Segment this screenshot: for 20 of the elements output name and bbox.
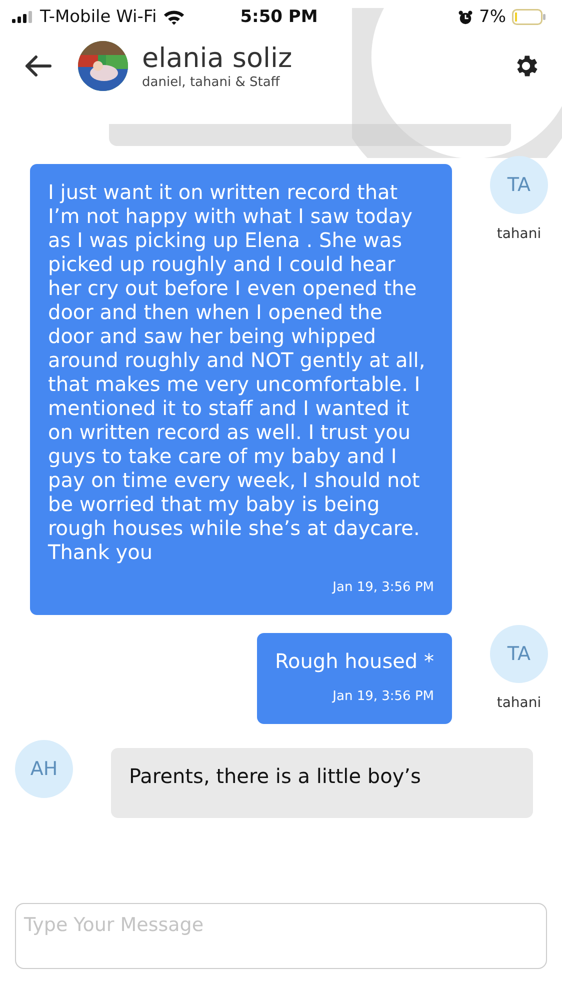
message-text: Rough housed * [274, 649, 434, 673]
avatar: TA [490, 625, 548, 683]
battery-icon [512, 9, 546, 25]
clock-time: 5:50 PM [240, 7, 318, 27]
sender-name: tahani [496, 695, 542, 711]
message-text: I just want it on written record that I’m not happy with what I saw today as I was picking up Elena . She was picked up roughly and I could hear her cry out before I even opened the door and then when I opened the door and saw her being whipped around roughly and NOT gently at all, that makes me very uncomfortable. I mentioned it to staff and I wanted it on written record as well. I trust you guys to take care of my baby and I pay on time every week, I should not be worried that my baby is being rough houses while she’s at daycare. Thank you [48, 180, 426, 564]
message-input[interactable]: Type Your Message [15, 903, 547, 969]
chat-participants: daniel, tahani & Staff [142, 74, 281, 90]
message-time: Jan 19, 3:56 PM [332, 689, 434, 704]
avatar: AH [15, 740, 73, 798]
carrier-name: T-Mobile Wi-Fi [40, 7, 157, 27]
signal-icon [12, 11, 34, 23]
chat-title: elania soliz [142, 42, 294, 74]
sender-name: tahani [496, 226, 542, 242]
message-text: Parents, there is a little boy’s [129, 764, 422, 788]
message-time: Jan 19, 3:56 PM [332, 580, 434, 595]
avatar: TA [490, 156, 548, 214]
wifi-icon [162, 8, 185, 26]
battery-percent: 7% [479, 7, 506, 27]
alarm-icon [458, 10, 474, 24]
